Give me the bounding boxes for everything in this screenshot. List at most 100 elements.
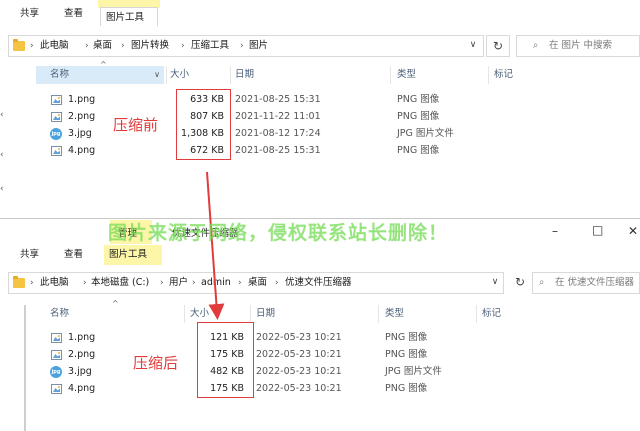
chevron-right-icon: › bbox=[160, 278, 164, 288]
file-type: PNG 图像 bbox=[397, 145, 440, 156]
breadcrumb-item[interactable]: 此电脑 bbox=[40, 273, 69, 293]
column-header-date[interactable]: 日期 bbox=[256, 305, 275, 323]
breadcrumb-item[interactable]: 本地磁盘 (C:) bbox=[91, 273, 149, 293]
sort-ascending-icon: ^ bbox=[100, 60, 107, 69]
breadcrumb-item[interactable]: 压缩工具 bbox=[191, 36, 229, 56]
search-input[interactable]: ⌕ 在 优速文件压缩器 bbox=[532, 272, 640, 294]
file-type: PNG 图像 bbox=[385, 349, 428, 360]
chevron-down-icon: ∨ bbox=[154, 70, 160, 79]
file-name: 4.png bbox=[68, 383, 96, 394]
column-divider[interactable] bbox=[378, 305, 379, 323]
ribbon-tabs: 共享 查看 图片工具 bbox=[0, 0, 640, 26]
column-divider[interactable] bbox=[230, 66, 231, 84]
refresh-icon: ↻ bbox=[514, 275, 526, 289]
sidebar-scrollbar[interactable] bbox=[24, 305, 26, 431]
column-divider[interactable] bbox=[488, 66, 489, 84]
folder-icon bbox=[13, 39, 25, 51]
chevron-right-icon: › bbox=[240, 41, 244, 51]
sidebar-edge: ‹ bbox=[0, 110, 4, 120]
chevron-right-icon: › bbox=[83, 278, 87, 288]
column-divider[interactable] bbox=[476, 305, 477, 323]
chevron-down-icon[interactable]: ∨ bbox=[462, 35, 484, 57]
tab-picture-tools[interactable]: 图片工具 bbox=[104, 245, 162, 265]
breadcrumb-item[interactable]: 优速文件压缩器 bbox=[285, 273, 352, 293]
jpg-image-icon: jpg bbox=[50, 128, 62, 140]
size-highlight-box bbox=[197, 322, 254, 398]
file-date: 2021-08-12 17:24 bbox=[235, 128, 321, 139]
chevron-right-icon: › bbox=[85, 41, 89, 51]
breadcrumb-item[interactable]: 桌面 bbox=[248, 273, 267, 293]
ribbon-tab-row: 共享 查看 图片工具 bbox=[0, 245, 640, 265]
file-type: JPG 图片文件 bbox=[385, 366, 442, 377]
search-placeholder: 在 优速文件压缩器 bbox=[555, 277, 635, 288]
file-date: 2022-05-23 10:21 bbox=[256, 349, 342, 360]
minimize-button[interactable]: – bbox=[552, 224, 558, 238]
annotation-after: 压缩后 bbox=[133, 354, 179, 372]
tab-picture-tools[interactable]: 图片工具 bbox=[100, 7, 158, 26]
chevron-right-icon: › bbox=[192, 278, 196, 288]
breadcrumb-item[interactable]: 桌面 bbox=[93, 36, 112, 56]
search-input[interactable]: ⌕ 在 图片 中搜索 bbox=[516, 35, 640, 57]
sidebar-edge: ‹ bbox=[0, 184, 4, 194]
tab-share[interactable]: 共享 bbox=[20, 247, 39, 263]
file-date: 2022-05-23 10:21 bbox=[256, 332, 342, 343]
refresh-icon: ↻ bbox=[492, 39, 504, 53]
breadcrumb-item[interactable]: 此电脑 bbox=[40, 36, 69, 56]
tab-picture-tools-label: 图片工具 bbox=[106, 12, 145, 23]
breadcrumb-item[interactable]: 用户 bbox=[169, 273, 188, 293]
file-name: 4.png bbox=[68, 145, 96, 156]
file-name: 2.png bbox=[68, 349, 96, 360]
close-button[interactable]: ✕ bbox=[628, 224, 638, 238]
address-bar[interactable]: › 此电脑 › 本地磁盘 (C:) › 用户 › admin › 桌面 › 优速… bbox=[8, 272, 504, 294]
column-header-size[interactable]: 大小 bbox=[170, 66, 189, 84]
refresh-button[interactable]: ↻ bbox=[486, 35, 510, 57]
png-image-icon bbox=[51, 350, 62, 360]
watermark-text: 图片来源于网络，侵权联系站长删除！ bbox=[108, 222, 449, 244]
column-header-type[interactable]: 类型 bbox=[397, 66, 416, 84]
column-header-name[interactable]: 名称 bbox=[50, 305, 69, 323]
breadcrumb-item[interactable]: 图片 bbox=[249, 36, 268, 56]
folder-icon bbox=[13, 276, 25, 288]
annotation-before: 压缩前 bbox=[113, 116, 159, 134]
chevron-right-icon: › bbox=[238, 278, 242, 288]
column-divider[interactable] bbox=[250, 305, 251, 323]
chevron-down-icon[interactable]: ∨ bbox=[484, 272, 506, 294]
sidebar-edge: ‹ bbox=[0, 150, 4, 160]
column-divider[interactable] bbox=[166, 66, 167, 84]
tab-view[interactable]: 查看 bbox=[64, 247, 83, 263]
tab-share[interactable]: 共享 bbox=[20, 6, 39, 22]
chevron-right-icon: › bbox=[30, 278, 34, 288]
chevron-right-icon: › bbox=[181, 41, 185, 51]
column-header-type[interactable]: 类型 bbox=[385, 305, 404, 323]
search-placeholder: 在 图片 中搜索 bbox=[549, 40, 613, 51]
chevron-right-icon: › bbox=[121, 41, 125, 51]
file-name: 1.png bbox=[68, 332, 96, 343]
column-header-tags[interactable]: 标记 bbox=[494, 66, 513, 84]
maximize-button[interactable]: □ bbox=[592, 223, 603, 237]
breadcrumb-item[interactable]: admin bbox=[201, 273, 231, 293]
column-divider[interactable] bbox=[184, 305, 185, 323]
file-date: 2022-05-23 10:21 bbox=[256, 366, 342, 377]
search-icon: ⌕ bbox=[533, 40, 539, 51]
png-image-icon bbox=[51, 333, 62, 343]
file-name: 1.png bbox=[68, 94, 96, 105]
column-divider[interactable] bbox=[390, 66, 391, 84]
address-bar[interactable]: › 此电脑 › 桌面 › 图片转换 › 压缩工具 › 图片 bbox=[8, 35, 484, 57]
tab-view[interactable]: 查看 bbox=[64, 6, 83, 22]
file-name: 3.jpg bbox=[68, 128, 92, 139]
file-name: 3.jpg bbox=[68, 366, 92, 377]
file-type: PNG 图像 bbox=[385, 383, 428, 394]
file-date: 2021-08-25 15:31 bbox=[235, 145, 321, 156]
png-image-icon bbox=[51, 384, 62, 394]
tab-picture-tools-label: 图片工具 bbox=[109, 249, 148, 260]
column-header-size[interactable]: 大小 bbox=[190, 305, 209, 323]
file-type: PNG 图像 bbox=[385, 332, 428, 343]
column-header-tags[interactable]: 标记 bbox=[482, 305, 501, 323]
refresh-button[interactable]: ↻ bbox=[508, 272, 532, 294]
column-header-date[interactable]: 日期 bbox=[235, 66, 254, 84]
png-image-icon bbox=[51, 146, 62, 156]
file-name: 2.png bbox=[68, 111, 96, 122]
breadcrumb-item[interactable]: 图片转换 bbox=[131, 36, 169, 56]
sort-ascending-icon: ^ bbox=[112, 299, 119, 308]
chevron-right-icon: › bbox=[275, 278, 279, 288]
